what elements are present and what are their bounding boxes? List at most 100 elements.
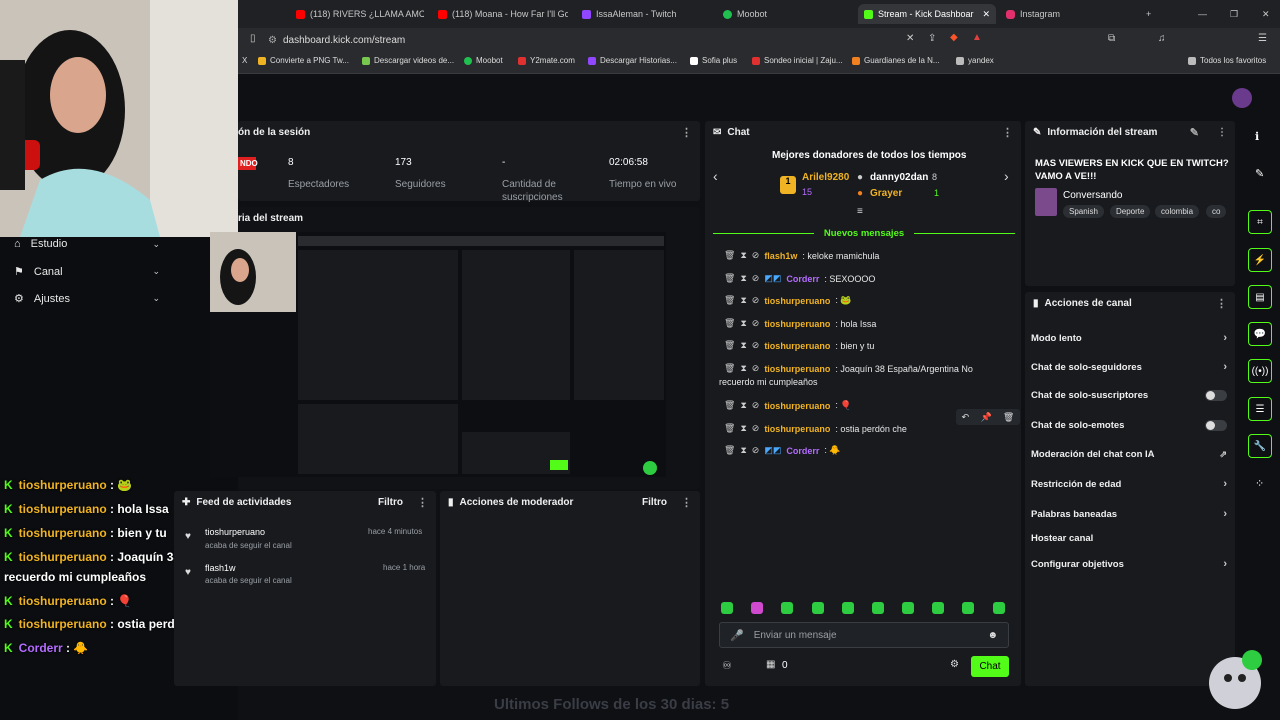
ban-icon[interactable]: ⊘ xyxy=(752,295,760,306)
browser-tab[interactable]: Instagram xyxy=(1006,4,1116,24)
emotes-only-toggle[interactable] xyxy=(1205,420,1227,431)
broadcast-button[interactable]: ((•)) xyxy=(1248,359,1272,383)
followers-only-row[interactable]: Chat de solo-seguidores › xyxy=(1031,361,1227,373)
stream-tag[interactable]: colombia xyxy=(1155,205,1200,218)
media-icon[interactable]: ♫ xyxy=(1158,33,1166,44)
goals-row[interactable]: Configurar objetivos › xyxy=(1031,558,1227,570)
trash-icon[interactable]: 🗑 xyxy=(724,318,735,329)
edit-icon[interactable]: ✎ xyxy=(1255,167,1264,180)
mute-icon[interactable]: ✕ xyxy=(906,33,914,44)
ban-icon[interactable]: ⊘ xyxy=(752,318,760,329)
ai-moderation-row[interactable]: Moderación del chat con IA ⇗ xyxy=(1031,449,1227,460)
stream-tag[interactable]: Spanish xyxy=(1063,205,1104,218)
edit-icon[interactable]: ✎ xyxy=(1190,126,1199,139)
chat-message[interactable]: 🗑 ⧗ ⊘ tioshurperuano: hola Issa xyxy=(724,318,876,329)
lightning-button[interactable]: ⚡ xyxy=(1248,248,1272,272)
emoji-icon[interactable]: ☻ xyxy=(987,630,998,641)
timeout-icon[interactable]: ⧗ xyxy=(740,340,746,351)
infinite-icon[interactable]: ♾ xyxy=(722,659,732,672)
list-button[interactable]: ▤ xyxy=(1248,285,1272,309)
chat-message[interactable]: 🗑 ⧗ ⊘ ◩◩ Corderr: SEXOOOO xyxy=(724,273,875,284)
avatar[interactable] xyxy=(1232,88,1252,108)
bookmark-item[interactable]: Descargar Historias... xyxy=(588,56,677,65)
brave-rewards-icon[interactable]: ▲ xyxy=(972,32,982,43)
timeout-icon[interactable]: ⧗ xyxy=(740,445,746,456)
browser-tab[interactable]: IssaAleman - Twitch xyxy=(582,4,702,24)
send-chat-button[interactable]: Chat xyxy=(971,656,1009,677)
bookmark-folder[interactable]: Todos los favoritos xyxy=(1188,56,1266,65)
timeout-icon[interactable]: ⧗ xyxy=(740,250,746,261)
emote-icon[interactable] xyxy=(962,602,974,614)
bookmark-item[interactable]: X xyxy=(242,56,247,65)
slow-mode-row[interactable]: Modo lento › xyxy=(1031,332,1227,344)
timeout-icon[interactable]: ⧗ xyxy=(740,400,746,411)
emote-icon[interactable] xyxy=(932,602,944,614)
ban-icon[interactable]: ⊘ xyxy=(752,400,760,411)
chat-input[interactable]: 🎤 Enviar un mensaje ☻ xyxy=(719,622,1009,648)
chat-button[interactable]: 💬 xyxy=(1248,322,1272,346)
bookmark-item[interactable]: Convierte a PNG Tw... xyxy=(258,56,349,65)
info-icon[interactable]: ℹ xyxy=(1255,130,1259,143)
url-field[interactable]: ⚙ dashboard.kick.com/stream xyxy=(268,31,968,49)
share-icon[interactable]: ⇪ xyxy=(928,33,936,44)
more-options-icon[interactable]: ⋮ xyxy=(417,496,428,509)
trash-icon[interactable]: 🗑 xyxy=(724,423,735,434)
bookmark-item[interactable]: Descargar videos de... xyxy=(362,56,454,65)
more-icon[interactable]: ⁘ xyxy=(1255,477,1264,490)
more-options-icon[interactable]: ⋮ xyxy=(1217,127,1227,138)
bookmark-folder[interactable]: yandex xyxy=(956,56,994,65)
chat-message[interactable]: 🗑 ⧗ ⊘ tioshurperuano: ostia perdón che xyxy=(724,423,907,434)
ban-icon[interactable]: ⊘ xyxy=(752,445,760,456)
timeout-icon[interactable]: ⧗ xyxy=(740,273,746,284)
chat-message[interactable]: 🗑 ⧗ ⊘ tioshurperuano: 🎈 xyxy=(724,400,852,411)
stream-preview-video[interactable] xyxy=(210,232,666,477)
more-options-icon[interactable]: ⋮ xyxy=(681,496,692,509)
emote-icon[interactable] xyxy=(781,602,793,614)
subs-only-toggle[interactable] xyxy=(1205,390,1227,401)
menu-icon[interactable]: ☰ xyxy=(1258,33,1267,44)
trash-icon[interactable]: 🗑 xyxy=(724,363,735,374)
next-arrow-icon[interactable]: › xyxy=(1004,168,1009,184)
banned-words-row[interactable]: Palabras baneadas › xyxy=(1031,508,1227,520)
host-channel-row[interactable]: Hostear canal xyxy=(1031,533,1227,544)
mod-actions-filter-button[interactable]: Filtro xyxy=(642,497,667,508)
panels-button[interactable]: ☰ xyxy=(1248,397,1272,421)
emote-icon[interactable] xyxy=(902,602,914,614)
emote-icon[interactable] xyxy=(812,602,824,614)
emote-icon[interactable] xyxy=(721,602,733,614)
ban-icon[interactable]: ⊘ xyxy=(752,250,760,261)
trash-icon[interactable]: 🗑 xyxy=(724,340,735,351)
trash-icon[interactable]: 🗑 xyxy=(724,295,735,306)
timeout-icon[interactable]: ⧗ xyxy=(740,318,746,329)
bookmark-item[interactable]: Sofia plus xyxy=(690,56,737,65)
window-close-icon[interactable]: ✕ xyxy=(1262,4,1270,24)
chat-message[interactable]: 🗑 ⧗ ⊘ tioshurperuano: 🐸 xyxy=(724,295,852,306)
emote-icon[interactable] xyxy=(993,602,1005,614)
emote-icon[interactable] xyxy=(751,602,763,614)
sidebar-item-settings[interactable]: ⚙ Ajustes ⌄ xyxy=(14,292,160,306)
tools-button[interactable]: 🔧 xyxy=(1248,434,1272,458)
extensions-icon[interactable]: ⧉ xyxy=(1108,33,1115,44)
bookmark-icon[interactable]: ▯ xyxy=(250,33,256,44)
bookmark-item[interactable]: Y2mate.com xyxy=(518,56,575,65)
brave-shield-icon[interactable]: ◆ xyxy=(950,32,958,43)
trash-icon[interactable]: 🗑 xyxy=(724,400,735,411)
new-tab-icon[interactable]: + xyxy=(1146,4,1151,24)
gear-icon[interactable]: ⚙ xyxy=(950,659,959,670)
trash-icon[interactable]: 🗑 xyxy=(724,250,735,261)
bookmark-item[interactable]: Moobot xyxy=(464,56,503,65)
bookmark-item[interactable]: Sondeo inicial | Zaju... xyxy=(752,56,843,65)
chat-message[interactable]: 🗑 ⧗ ⊘ flash1w: keloke mamichula xyxy=(724,250,879,261)
ban-icon[interactable]: ⊘ xyxy=(752,273,760,284)
ban-icon[interactable]: ⊘ xyxy=(752,423,760,434)
chat-message[interactable]: 🗑 ⧗ ⊘ tioshurperuano: bien y tu xyxy=(724,340,874,351)
ban-icon[interactable]: ⊘ xyxy=(752,340,760,351)
minimize-icon[interactable]: — xyxy=(1198,4,1207,24)
trash-icon[interactable]: 🗑 xyxy=(724,273,735,284)
browser-tab[interactable]: Moobot xyxy=(723,4,843,24)
maximize-icon[interactable]: ❐ xyxy=(1230,4,1238,24)
chat-message[interactable]: 🗑 ⧗ ⊘ ◩◩ Corderr: 🐥 xyxy=(724,445,841,456)
timeout-icon[interactable]: ⧗ xyxy=(740,295,746,306)
age-restriction-row[interactable]: Restricción de edad › xyxy=(1031,478,1227,490)
prev-arrow-icon[interactable]: ‹ xyxy=(713,168,718,184)
